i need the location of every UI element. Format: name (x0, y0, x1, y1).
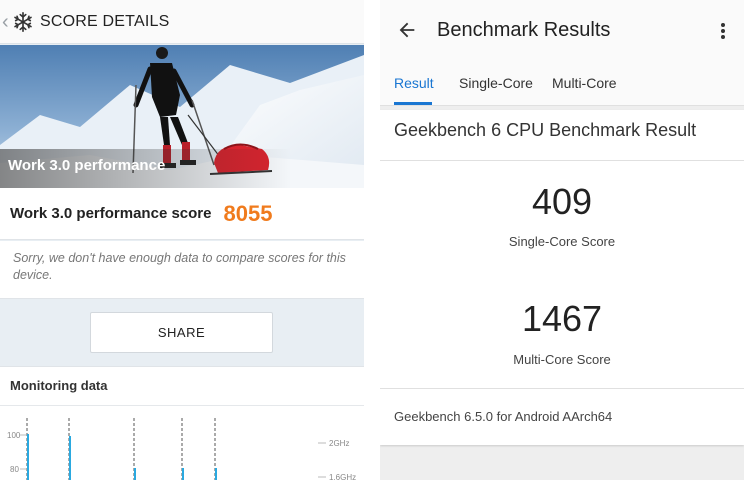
snowflake-icon (14, 11, 32, 32)
card-title: Geekbench 6 CPU Benchmark Result (394, 120, 697, 140)
comparison-notice: Sorry, we don't have enough data to comp… (0, 241, 364, 299)
page-title: SCORE DETAILS (40, 12, 170, 30)
score-label: Work 3.0 performance score (10, 205, 212, 222)
pcmark-panel: ‹ SCORE DETAILS Work 3.0 performance Wor… (0, 0, 364, 480)
active-tab-indicator (394, 102, 432, 105)
multi-core-label: Multi-Core Score (513, 352, 611, 367)
share-button[interactable]: SHARE (90, 312, 273, 353)
divider (380, 160, 744, 161)
axis-tick-1-6ghz: 1.6GHz (329, 473, 356, 480)
app-bar: Benchmark Results Result Single-Core Mul… (380, 0, 744, 106)
axis-tick-100: 100 (7, 431, 21, 440)
back-arrow-icon[interactable] (396, 19, 418, 41)
hero-image: Work 3.0 performance (0, 45, 364, 188)
single-core-score: 409 (531, 181, 593, 222)
tab-bar: Result Single-Core Multi-Core (380, 62, 744, 106)
score-details-header: ‹ SCORE DETAILS (0, 0, 364, 44)
single-core-label: Single-Core Score (508, 234, 616, 249)
more-vert-icon[interactable] (715, 20, 731, 42)
geekbench-panel: Benchmark Results Result Single-Core Mul… (380, 0, 744, 480)
panel-gap (364, 0, 380, 480)
share-section: SHARE (0, 300, 364, 364)
tab-multi-core[interactable]: Multi-Core (552, 75, 617, 91)
result-card: Geekbench 6 CPU Benchmark Result 409 Sin… (380, 110, 744, 445)
monitoring-chart: 100 80 2GHz 1.6GHz (7, 418, 356, 480)
page-title: Benchmark Results (437, 19, 611, 41)
divider (380, 388, 744, 389)
monitoring-section: Monitoring data 100 80 2GHz 1.6GHz (0, 366, 364, 480)
axis-tick-2ghz: 2GHz (329, 439, 349, 448)
score-row: Work 3.0 performance score 8055 (0, 188, 364, 240)
multi-core-score: 1467 (521, 298, 603, 339)
tab-single-core[interactable]: Single-Core (459, 75, 533, 91)
tab-result[interactable]: Result (394, 75, 434, 91)
score-value: 8055 (223, 200, 273, 226)
axis-tick-80: 80 (10, 465, 19, 474)
chevron-left-icon[interactable]: ‹ (2, 12, 12, 32)
monitoring-title: Monitoring data (10, 378, 108, 393)
hero-caption: Work 3.0 performance (8, 157, 166, 174)
version-footer: Geekbench 6.5.0 for Android AArch64 (394, 409, 613, 424)
